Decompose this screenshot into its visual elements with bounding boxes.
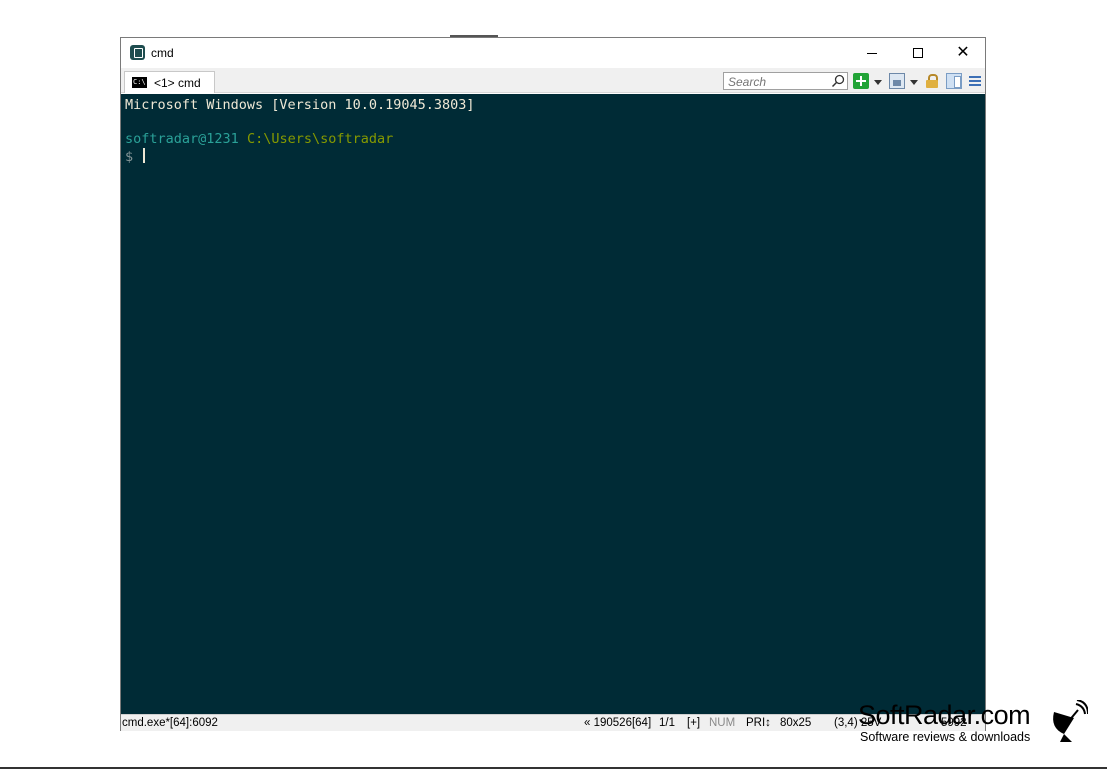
cmd-icon (132, 77, 147, 88)
minimize-icon (867, 52, 877, 54)
satellite-dish-icon (1053, 700, 1088, 742)
minimize-button[interactable] (849, 38, 895, 68)
maximize-icon (913, 48, 923, 58)
lock-icon[interactable] (924, 73, 940, 89)
tab-cmd[interactable]: <1> cmd (124, 71, 215, 93)
close-button[interactable]: ✕ (940, 38, 986, 68)
status-priority[interactable]: PRI↕ (746, 717, 771, 729)
status-size[interactable]: 80x25 (780, 717, 811, 729)
conemu-window: cmd ✕ <1> cmd Microsoft Windows [Version… (120, 37, 986, 731)
split-layout-icon[interactable] (889, 73, 905, 89)
prompt-symbol: $ (125, 149, 134, 165)
close-icon: ✕ (956, 44, 970, 61)
status-process[interactable]: cmd.exe*[64]:6092 (122, 717, 218, 729)
prompt-user-host: softradar@1231 (125, 131, 239, 147)
maximize-button[interactable] (895, 38, 941, 68)
tab-label: <1> cmd (154, 75, 201, 90)
layout-dropdown-icon[interactable] (910, 80, 918, 85)
window-title: cmd (151, 46, 174, 60)
softradar-watermark: SoftRadar.com Software reviews & downloa… (858, 700, 1098, 750)
tab-bar: <1> cmd (121, 68, 985, 93)
terminal-console[interactable]: Microsoft Windows [Version 10.0.19045.38… (121, 94, 985, 714)
status-num[interactable]: NUM (709, 717, 735, 729)
text-cursor (143, 148, 146, 163)
new-console-dropdown-icon[interactable] (874, 80, 882, 85)
hamburger-menu-icon[interactable] (967, 73, 983, 89)
title-bar[interactable]: cmd ✕ (121, 38, 985, 68)
search-input[interactable] (724, 74, 847, 90)
search-box[interactable] (723, 72, 848, 90)
status-pid-info[interactable]: « 190526[64] (584, 717, 651, 729)
new-console-plus-icon[interactable] (853, 73, 869, 89)
console-input-line[interactable]: $ (125, 148, 981, 165)
status-bar: cmd.exe*[64]:6092 « 190526[64] 1/1 [+] N… (121, 714, 985, 731)
conemu-app-icon[interactable] (130, 45, 145, 60)
console-prompt-header: softradar@1231 C:\Users\softradar (125, 131, 981, 148)
search-icon[interactable] (831, 74, 845, 88)
watermark-subtitle: Software reviews & downloads (860, 730, 1031, 744)
console-line-version: Microsoft Windows [Version 10.0.19045.38… (125, 97, 475, 113)
status-page[interactable]: 1/1 (659, 717, 675, 729)
watermark-title: SoftRadar.com (858, 700, 1031, 730)
panel-view-icon[interactable] (946, 73, 962, 89)
prompt-path: C:\Users\softradar (246, 131, 394, 147)
status-plus[interactable]: [+] (687, 717, 700, 729)
console-line-empty (125, 114, 981, 131)
